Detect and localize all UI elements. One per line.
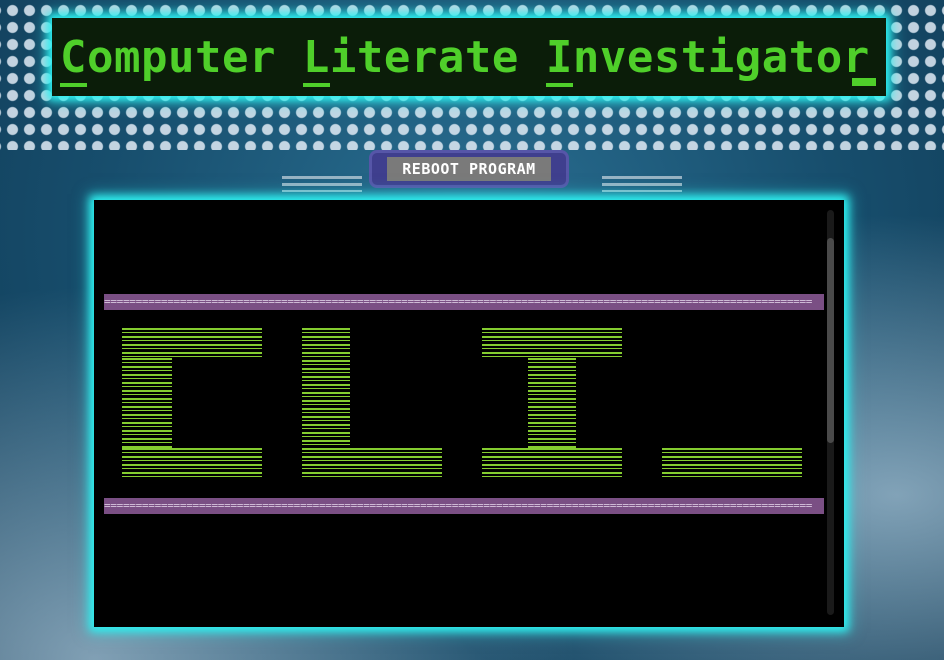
- title-word-computer-rest: omputer: [87, 31, 303, 83]
- title-initial-l: L: [302, 31, 330, 87]
- ascii-banner: [122, 328, 802, 478]
- reboot-button-frame: REBOOT PROGRAM: [369, 150, 569, 188]
- ascii-divider-bottom: ========================================…: [104, 498, 824, 514]
- title-word-investigator-rest: nvestigator: [572, 31, 897, 83]
- reboot-program-button[interactable]: REBOOT PROGRAM: [387, 157, 551, 181]
- ascii-divider-top: ========================================…: [104, 294, 824, 310]
- app-title-bar: Computer Literate Investigator: [52, 18, 886, 96]
- title-initial-i: I: [545, 31, 573, 87]
- title-initial-c: C: [60, 31, 87, 87]
- decorative-stripes-right: [602, 176, 682, 192]
- terminal-scrollbar[interactable]: [827, 210, 834, 615]
- terminal-output[interactable]: ========================================…: [94, 200, 844, 627]
- blinking-cursor-icon: [852, 42, 876, 86]
- decorative-stripes-left: [282, 176, 362, 192]
- page-title: Computer Literate Investigator: [60, 31, 897, 87]
- title-word-literate-rest: iterate: [329, 31, 546, 83]
- scrollbar-thumb[interactable]: [827, 238, 834, 443]
